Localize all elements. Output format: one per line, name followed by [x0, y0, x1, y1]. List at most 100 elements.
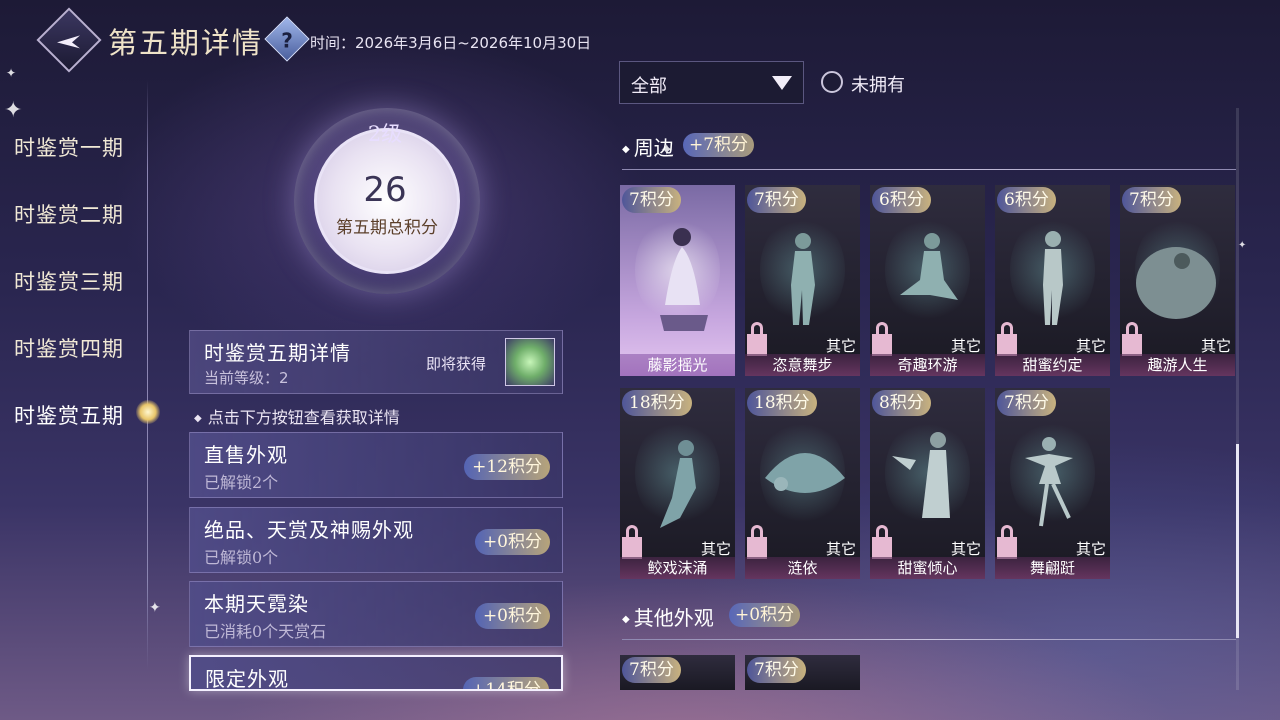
nav-item-period-2[interactable]: 时鉴赏二期	[14, 199, 124, 229]
item-card[interactable]: 7积分	[745, 655, 860, 690]
nav-item-period-1[interactable]: 时鉴赏一期	[14, 132, 124, 162]
item-card[interactable]: 8积分 其它 甜蜜倾心	[870, 388, 985, 579]
acquire-sub: 已解锁0个	[204, 548, 279, 567]
scrollbar-thumb[interactable]	[1236, 444, 1239, 638]
item-name: 鲛戏沫涌	[620, 557, 735, 579]
level-label: 2级	[367, 122, 403, 146]
lock-icon	[622, 525, 642, 559]
acquire-dye[interactable]: 本期天霓染 已消耗0个天赏石 +0积分	[189, 581, 563, 647]
item-points: 7积分	[747, 657, 806, 683]
item-points: 18积分	[622, 390, 692, 416]
item-card[interactable]: 7积分 其它 趣游人生	[1120, 185, 1235, 376]
total-score: 26	[363, 170, 407, 210]
acquire-sub: 已解锁2个	[204, 473, 279, 492]
acquire-premium[interactable]: 绝品、天赏及神赐外观 已解锁0个 +0积分	[189, 507, 563, 573]
lock-icon	[997, 525, 1017, 559]
diamond-bullet-icon: ◆	[622, 144, 630, 155]
not-owned-label[interactable]: 未拥有	[851, 71, 905, 97]
help-symbol: ?	[281, 28, 293, 53]
page-title: 第五期详情	[108, 26, 264, 60]
section-points: +7积分	[683, 133, 755, 157]
item-card[interactable]: 7积分	[620, 655, 735, 690]
acquire-points: +0积分	[474, 603, 550, 629]
star-decoration: ✦	[1238, 240, 1247, 251]
item-type: 其它	[1075, 540, 1106, 558]
item-type: 其它	[825, 540, 856, 558]
nav-item-period-3[interactable]: 时鉴赏三期	[14, 266, 124, 296]
acquire-title: 本期天霓染	[204, 592, 309, 616]
acquire-points: +0积分	[474, 529, 550, 555]
item-card[interactable]: 6积分 其它 甜蜜约定	[995, 185, 1110, 376]
item-card[interactable]: 18积分 其它 涟依	[745, 388, 860, 579]
dropdown-value: 全部	[631, 76, 667, 97]
section-title-merch: ◆ 周边	[622, 132, 674, 161]
star-decoration: ✦	[149, 600, 161, 616]
item-type: 其它	[1200, 337, 1231, 355]
item-card[interactable]: 18积分 其它 鲛戏沫涌	[620, 388, 735, 579]
reward-thumbnail[interactable]	[505, 338, 555, 386]
hint-label: 点击下方按钮查看获取详情	[207, 408, 400, 427]
soon-label: 即将获得	[426, 355, 487, 373]
back-button[interactable]	[36, 7, 102, 73]
lock-icon	[872, 322, 892, 356]
acquire-direct-sale[interactable]: 直售外观 已解锁2个 +12积分	[189, 432, 563, 498]
item-points: 7积分	[997, 390, 1056, 416]
lock-icon	[747, 322, 767, 356]
acquire-sub: 已消耗0个天赏石	[204, 622, 327, 641]
lock-icon	[1122, 322, 1142, 356]
back-arrow-icon	[57, 35, 80, 49]
star-decoration: ✦	[6, 66, 17, 80]
item-name: 趣游人生	[1120, 354, 1235, 376]
item-name: 奇趣环游	[870, 354, 985, 376]
not-owned-radio[interactable]	[821, 71, 843, 93]
item-type: 其它	[950, 540, 981, 558]
section-divider	[622, 169, 1236, 170]
nav-item-period-5[interactable]: 时鉴赏五期	[14, 400, 124, 430]
item-type: 其它	[1075, 337, 1106, 355]
item-type: 其它	[825, 337, 856, 355]
help-icon[interactable]: ?	[264, 16, 310, 62]
diamond-bullet-icon: ◆	[194, 413, 202, 424]
section-title-text: 其他外观	[633, 606, 714, 630]
category-dropdown[interactable]: 全部	[619, 61, 804, 104]
acquire-limited[interactable]: 限定外观 +14积分	[189, 655, 563, 691]
item-name: 涟依	[745, 557, 860, 579]
section-points: +0积分	[729, 603, 801, 627]
item-points: 6积分	[872, 187, 931, 213]
nav-item-period-4[interactable]: 时鉴赏四期	[14, 333, 124, 363]
item-card[interactable]: 7积分 其它 舞翩跹	[995, 388, 1110, 579]
hint-text: ◆ 点击下方按钮查看获取详情	[194, 404, 400, 428]
item-name: 甜蜜倾心	[870, 557, 985, 579]
item-points: 7积分	[1122, 187, 1181, 213]
time-range-label: 时间：2026年3月6日~2026年10月30日	[310, 34, 592, 52]
section-title-other: ◆ 其他外观	[622, 602, 714, 631]
nav-divider	[147, 80, 148, 670]
acquire-title: 绝品、天赏及神赐外观	[204, 518, 414, 542]
item-card[interactable]: 7积分 藤影摇光	[620, 185, 735, 376]
acquire-points: +14积分	[463, 677, 549, 689]
item-points: 7积分	[622, 657, 681, 683]
acquire-points: +12积分	[464, 454, 550, 480]
detail-title: 时鉴赏五期详情	[204, 341, 351, 365]
item-card[interactable]: 7积分 其它 恣意舞步	[745, 185, 860, 376]
acquire-title: 限定外观	[205, 667, 289, 691]
item-name: 恣意舞步	[745, 354, 860, 376]
star-decoration: ✦	[4, 98, 23, 123]
acquire-title: 直售外观	[204, 443, 288, 467]
chevron-down-icon	[772, 76, 792, 90]
period-detail-card[interactable]: 时鉴赏五期详情 当前等级：2 即将获得	[189, 330, 563, 394]
item-points: 8积分	[872, 390, 931, 416]
diamond-bullet-icon: ◆	[622, 614, 630, 625]
item-type: 其它	[700, 540, 731, 558]
item-points: 6积分	[997, 187, 1056, 213]
current-level: 当前等级：2	[204, 369, 289, 387]
section-divider	[622, 639, 1236, 640]
section-title-text: 周边	[633, 136, 674, 160]
item-card[interactable]: 6积分 其它 奇趣环游	[870, 185, 985, 376]
lock-icon	[872, 525, 892, 559]
item-points: 18积分	[747, 390, 817, 416]
item-points: 7积分	[622, 187, 681, 213]
character-figure-icon	[660, 228, 708, 331]
lock-icon	[997, 322, 1017, 356]
item-name: 藤影摇光	[620, 354, 735, 376]
